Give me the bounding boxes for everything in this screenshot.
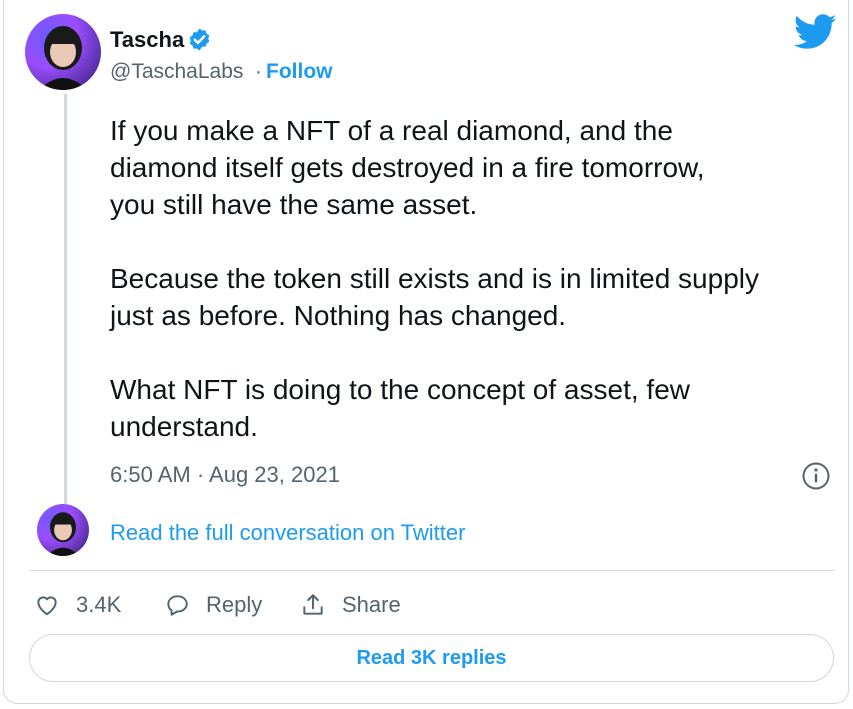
tweet-embed-card: Tascha @TaschaLabs · Follow If you make …	[3, 0, 849, 704]
twitter-bird-icon[interactable]	[794, 14, 837, 50]
thread-connector-line	[64, 94, 67, 504]
author-name[interactable]: Tascha	[110, 27, 184, 53]
read-replies-button[interactable]: Read 3K replies	[29, 634, 834, 682]
handle-separator: ·	[255, 60, 262, 83]
read-replies-label: Read 3K replies	[356, 646, 507, 669]
share-button[interactable]: Share	[300, 588, 401, 622]
speech-bubble-icon	[167, 595, 188, 616]
read-full-conversation-link[interactable]: Read the full conversation on Twitter	[110, 520, 465, 546]
avatar-portrait-image	[39, 26, 87, 90]
info-icon[interactable]	[801, 461, 831, 491]
conversation-avatar[interactable]	[37, 504, 89, 556]
author-avatar[interactable]	[25, 14, 101, 90]
verified-badge-icon	[189, 28, 210, 51]
divider	[29, 570, 834, 571]
like-button[interactable]: 3.4K	[34, 588, 121, 622]
reply-label: Reply	[206, 592, 263, 617]
share-label: Share	[342, 592, 401, 617]
author-handle[interactable]: @TaschaLabs	[110, 60, 243, 84]
avatar-portrait-image	[46, 512, 80, 556]
share-upload-icon	[303, 594, 323, 615]
follow-link[interactable]: Follow	[266, 60, 333, 84]
tweet-timestamp[interactable]: 6:50 AM · Aug 23, 2021	[110, 462, 340, 488]
reply-button[interactable]: Reply	[164, 588, 262, 622]
like-count: 3.4K	[76, 592, 122, 617]
heart-icon	[37, 596, 57, 616]
tweet-text: If you make a NFT of a real diamond, and…	[110, 115, 759, 442]
